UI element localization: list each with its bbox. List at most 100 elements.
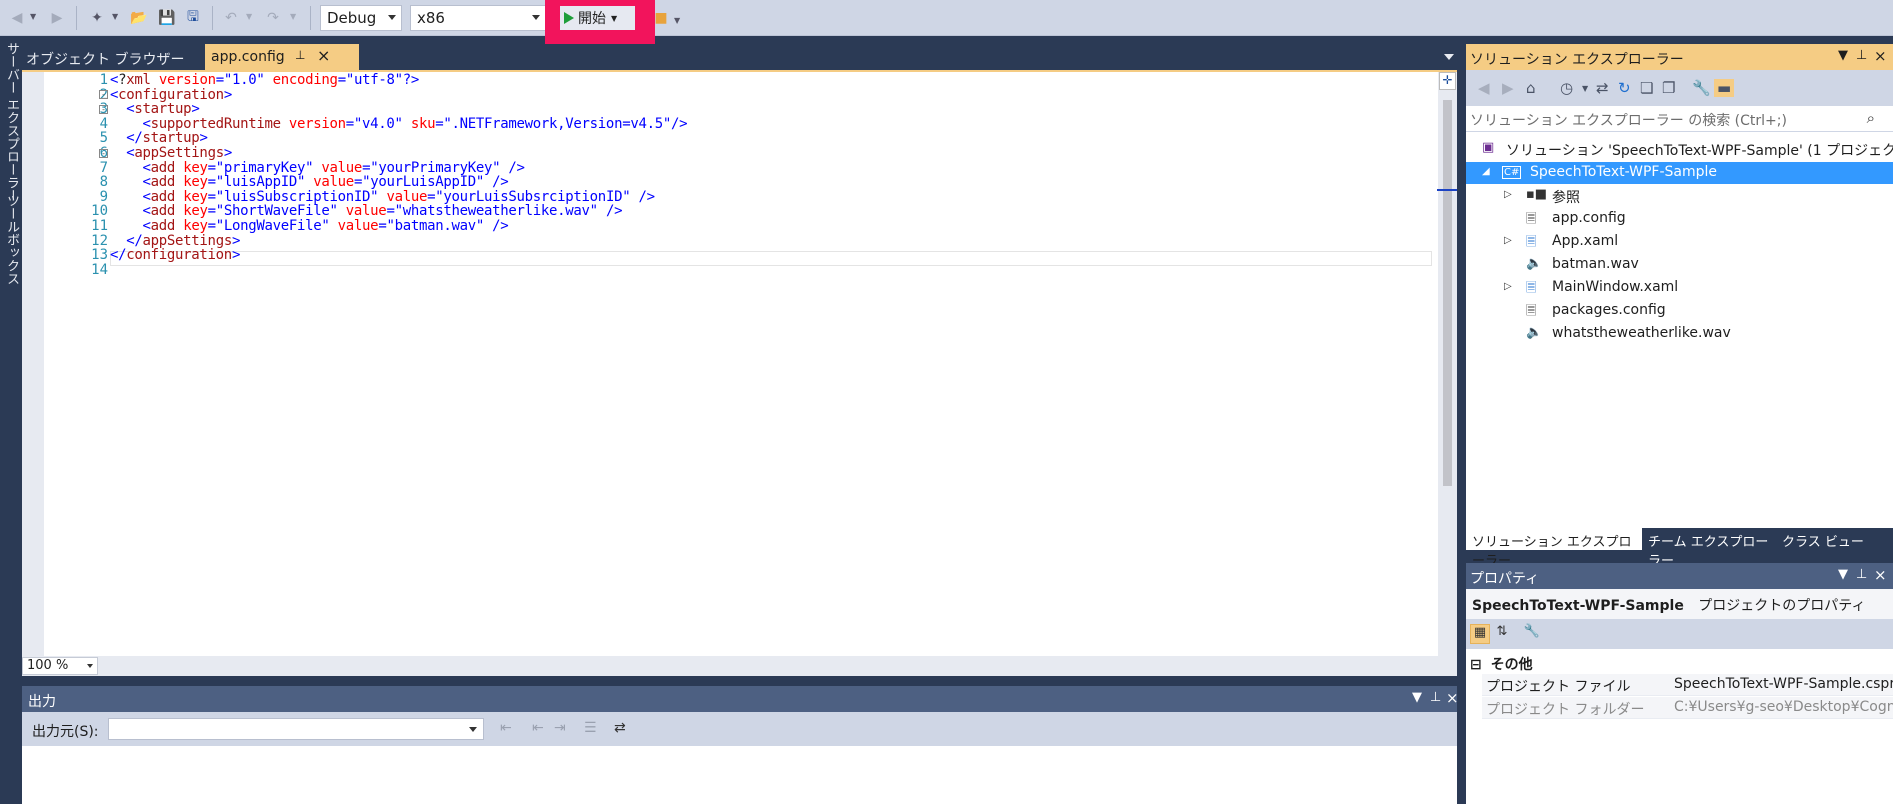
collapsed-arrow-icon[interactable]: ▷ [1504, 235, 1512, 246]
solution-explorer-search[interactable]: ソリューション エクスプローラー の検索 (Ctrl+;) ⌕ [1466, 106, 1893, 132]
go-to-next-icon[interactable]: ⇥ [554, 720, 566, 736]
preview-selected-icon[interactable]: ▬ [1714, 79, 1735, 97]
pending-changes-filter-icon[interactable]: ◷ [1560, 79, 1573, 97]
pin-icon[interactable]: ⊥ [1856, 567, 1867, 582]
collapsed-arrow-icon[interactable]: ▷ [1504, 281, 1512, 292]
new-project-icon[interactable]: ✦ [86, 7, 108, 29]
pin-icon[interactable]: ⊥ [1856, 48, 1867, 63]
code-line[interactable]: </appSettings> [110, 233, 240, 249]
chevron-down-icon[interactable]: ▼ [1838, 567, 1848, 582]
solution-config-combo[interactable]: Debug [320, 5, 402, 31]
tree-item-app-xaml[interactable]: ▷ 🗏 App.xaml [1466, 231, 1893, 253]
back-icon[interactable]: ◀ [1478, 79, 1490, 97]
close-icon[interactable]: × [1874, 566, 1887, 584]
tab-app-config[interactable]: app.config ⊥ × [205, 44, 359, 70]
alphabetical-icon[interactable]: ⇅ [1492, 624, 1512, 644]
chevron-down-icon [388, 15, 396, 20]
tab-class-view[interactable]: クラス ビュー [1776, 528, 1893, 550]
categorized-icon[interactable]: ▦ [1470, 624, 1490, 644]
tab-solution-explorer[interactable]: ソリューション エクスプローラー [1466, 528, 1642, 569]
tree-item-solution[interactable]: ▣ ソリューション 'SpeechToText-WPF-Sample' (1 プ… [1466, 138, 1893, 160]
back-icon[interactable]: ◀ [6, 7, 28, 29]
sync-with-document-icon[interactable]: ⇄ [1596, 79, 1609, 97]
tree-item-project[interactable]: ◢ C# SpeechToText-WPF-Sample [1466, 162, 1893, 184]
property-pages-wrench-icon[interactable]: 🔧 [1522, 624, 1542, 644]
clear-all-icon[interactable]: ☰ [584, 720, 597, 736]
word-wrap-icon[interactable]: ⇄ [614, 720, 626, 736]
chevron-down-icon[interactable]: ▼ [1838, 48, 1848, 63]
split-editor-icon[interactable]: ✛ [1439, 72, 1456, 90]
code-line[interactable]: <supportedRuntime version="v4.0" sku=".N… [110, 116, 688, 132]
property-row[interactable]: プロジェクト ファイル SpeechToText-WPF-Sample.cspr… [1482, 674, 1893, 696]
show-all-files-icon[interactable]: ❐ [1662, 79, 1675, 97]
collapse-all-icon[interactable]: ❏ [1640, 79, 1653, 97]
pin-icon[interactable]: ⊥ [295, 48, 305, 62]
undo-dropdown-icon[interactable]: ▼ [246, 12, 252, 21]
code-editor[interactable]: 1 2 3 4 5 6 7 8 9 10 11 12 13 14 - - - <… [22, 70, 1457, 656]
tree-item-packages-config[interactable]: 🗏 packages.config [1466, 300, 1893, 322]
forward-icon[interactable]: ▶ [1502, 79, 1514, 97]
go-to-previous-icon[interactable]: ⇤ [532, 720, 544, 736]
save-all-icon[interactable]: 🖫 [182, 7, 204, 29]
code-line[interactable]: <startup> [110, 101, 199, 117]
pin-icon[interactable]: ⊥ [1430, 690, 1441, 705]
platform-combo[interactable]: x86 [410, 5, 546, 31]
code-line[interactable]: <add key="luisSubscriptionID" value="you… [110, 189, 656, 205]
forward-icon[interactable]: ▶ [46, 7, 68, 29]
refresh-icon[interactable]: ↻ [1618, 79, 1631, 97]
code-line[interactable]: <add key="primaryKey" value="yourPrimary… [110, 160, 525, 176]
properties-title: プロパティ [1470, 571, 1540, 587]
code-line[interactable]: </startup> [110, 130, 208, 146]
save-icon[interactable]: 💾 [156, 7, 178, 29]
chevron-down-icon[interactable]: ▼ [1582, 84, 1588, 93]
code-line[interactable]: <add key="ShortWaveFile" value="whatsthe… [110, 203, 623, 219]
tree-item-mainwindow-xaml[interactable]: ▷ 🗏 MainWindow.xaml [1466, 277, 1893, 299]
output-source-combo[interactable] [108, 718, 484, 740]
undo-icon[interactable]: ↶ [220, 7, 242, 29]
toolbar-overflow-icon[interactable]: ▼ [674, 16, 680, 25]
collapse-icon[interactable]: - [99, 149, 108, 158]
collapse-icon[interactable]: - [99, 90, 108, 99]
tab-list-dropdown-icon[interactable] [1444, 54, 1454, 60]
tree-item-weather-wav[interactable]: 🔈 whatstheweatherlike.wav [1466, 323, 1893, 345]
output-text-area[interactable] [22, 746, 1457, 804]
properties-wrench-icon[interactable]: 🔧 [1692, 79, 1711, 97]
new-project-dropdown-icon[interactable]: ▼ [112, 12, 118, 21]
code-line[interactable]: <add key="LongWaveFile" value="batman.wa… [110, 218, 509, 234]
attach-icon[interactable]: ■ [650, 7, 672, 29]
redo-dropdown-icon[interactable]: ▼ [290, 12, 296, 21]
open-file-icon[interactable]: 📂 [128, 7, 150, 29]
collapsed-arrow-icon[interactable]: ▷ [1504, 189, 1512, 200]
tree-item-app-config[interactable]: 🗏 app.config [1466, 208, 1893, 230]
start-button[interactable]: 開始 ▼ [560, 6, 635, 30]
property-row[interactable]: プロジェクト フォルダー C:¥Users¥g-seo¥Desktop¥Cogn… [1482, 697, 1893, 719]
tab-team-explorer[interactable]: チーム エクスプローラー [1642, 528, 1776, 569]
expanded-arrow-icon[interactable]: ◢ [1482, 166, 1490, 177]
search-icon[interactable]: ⌕ [1867, 109, 1875, 127]
find-message-icon[interactable]: ⇤ [500, 720, 512, 736]
scrollbar-thumb[interactable] [1443, 100, 1452, 486]
close-icon[interactable]: × [1446, 689, 1459, 707]
zoom-combo[interactable]: 100 % [22, 657, 98, 675]
server-explorer-tab[interactable]: サーバー エクスプローラー [2, 42, 21, 202]
code-line[interactable]: <configuration> [110, 87, 232, 103]
close-icon[interactable]: × [317, 46, 330, 65]
code-line[interactable]: </configuration> [110, 247, 240, 263]
property-category[interactable]: ⊟ その他 [1466, 652, 1893, 674]
toolbox-tab[interactable]: ツールボックス [2, 194, 21, 285]
tree-item-references[interactable]: ▷ ▪■ 参照 [1466, 185, 1893, 207]
code-line[interactable]: <?xml version="1.0" encoding="utf-8"?> [110, 72, 419, 88]
code-line[interactable]: <add key="luisAppID" value="yourLuisAppI… [110, 174, 509, 190]
properties-object-selector[interactable]: SpeechToText-WPF-Sample プロジェクトのプロパティ [1466, 589, 1893, 619]
code-line[interactable]: <appSettings> [110, 145, 232, 161]
tree-item-batman-wav[interactable]: 🔈 batman.wav [1466, 254, 1893, 276]
chevron-down-icon[interactable]: ▼ [1412, 690, 1422, 705]
redo-icon[interactable]: ↷ [262, 7, 284, 29]
close-icon[interactable]: × [1874, 47, 1887, 65]
home-icon[interactable]: ⌂ [1526, 79, 1536, 97]
editor-vertical-scrollbar[interactable]: ✛ [1438, 72, 1457, 656]
tab-object-browser[interactable]: オブジェクト ブラウザー [20, 44, 205, 70]
collapse-icon[interactable]: ⊟ [1470, 657, 1482, 673]
collapse-icon[interactable]: - [99, 105, 108, 114]
back-dropdown-icon[interactable]: ▼ [30, 12, 36, 21]
